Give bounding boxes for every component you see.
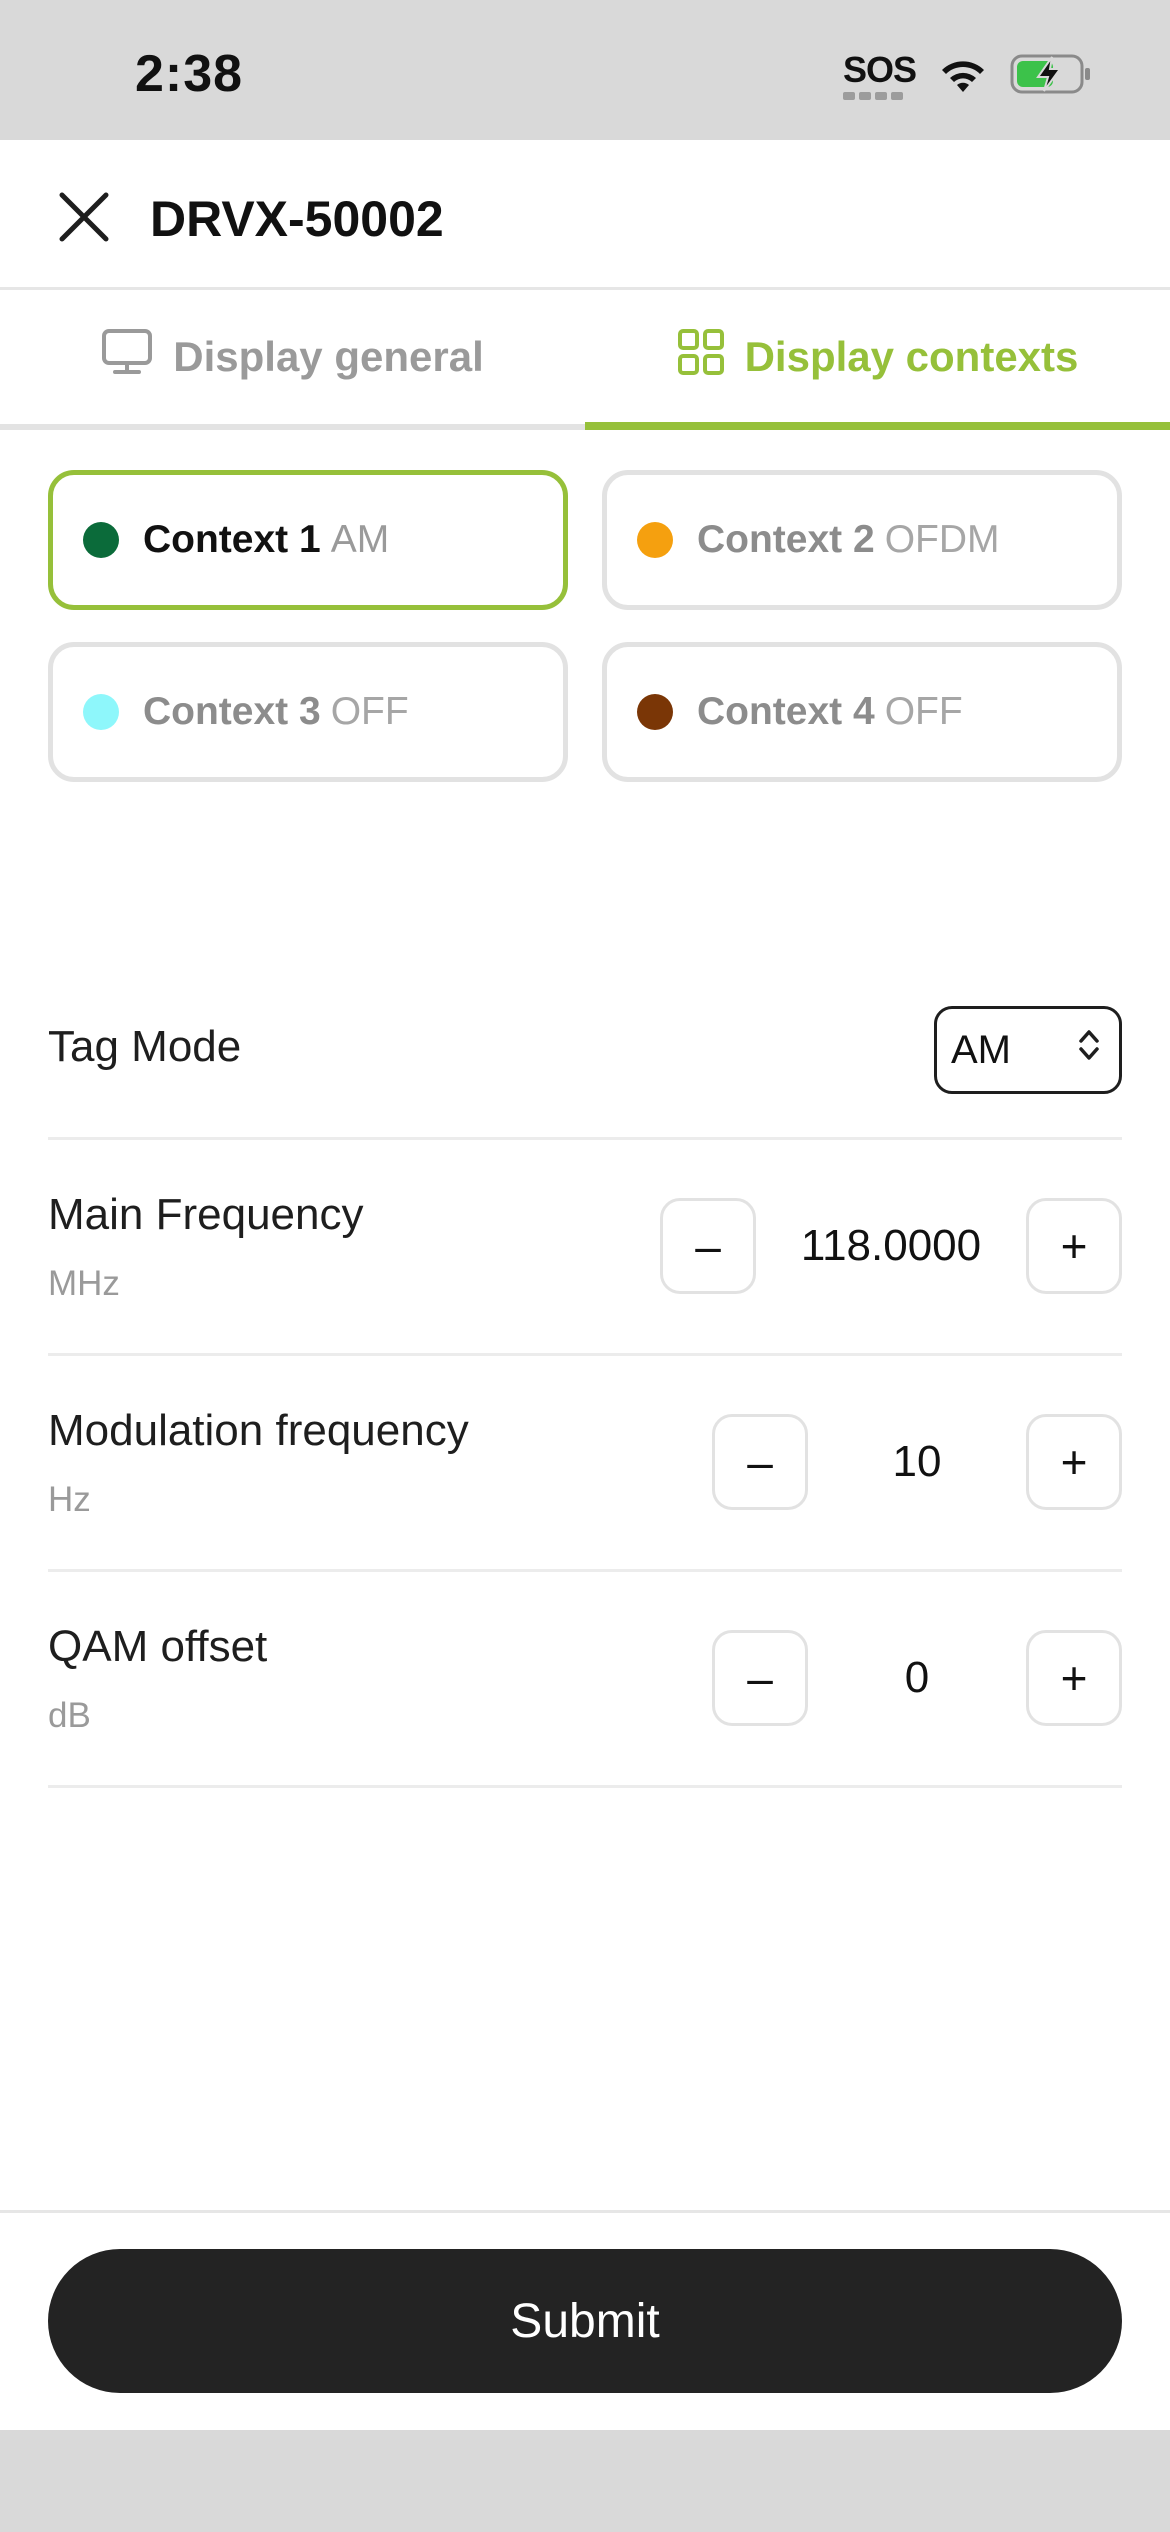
context-mode: OFDM [884, 518, 1000, 561]
context-card-3[interactable]: Context 3 OFF [48, 642, 568, 782]
context-card-2[interactable]: Context 2 OFDM [602, 470, 1122, 610]
close-button[interactable] [50, 185, 118, 253]
sos-label: SOS [842, 49, 917, 90]
context-name: Context 2 [697, 518, 875, 561]
modulation-frequency-stepper: – 10 + [712, 1414, 1122, 1510]
modulation-frequency-value[interactable]: 10 [808, 1437, 1026, 1487]
grid-icon [677, 328, 725, 386]
tab-label: Display contexts [744, 333, 1079, 380]
wifi-icon [938, 54, 988, 99]
context-card-1[interactable]: Context 1 AM [48, 470, 568, 610]
decrement-button[interactable]: – [660, 1198, 756, 1294]
tag-mode-select[interactable]: AM [934, 1006, 1122, 1094]
status-time: 2:38 [135, 45, 244, 103]
main-frequency-stepper: – 118.0000 + [660, 1198, 1122, 1294]
tab-label: Display general [173, 333, 484, 380]
qam-offset-unit: dB [48, 1696, 91, 1735]
footer: Submit [0, 2210, 1170, 2430]
status-icons: SOS [842, 49, 1092, 100]
tab-bar: Display general Display contexts [0, 290, 1170, 430]
qam-offset-value[interactable]: 0 [808, 1653, 1026, 1703]
header: DRVX-50002 [0, 140, 1170, 290]
context-color-dot [83, 694, 119, 730]
monitor-icon [101, 328, 153, 386]
chevron-up-down-icon [1077, 1027, 1101, 1073]
screen: DRVX-50002 Display general Display conte… [0, 140, 1170, 2430]
context-mode: OFF [330, 690, 409, 733]
context-name: Context 4 [697, 690, 875, 733]
context-color-dot [637, 522, 673, 558]
modulation-frequency-row: Modulation frequency Hz – 10 + [48, 1356, 1122, 1572]
sos-indicator: SOS [842, 49, 917, 100]
context-mode: OFF [884, 690, 963, 733]
status-bar: 2:38 SOS [0, 0, 1170, 140]
context-name: Context 3 [143, 690, 321, 733]
context-name: Context 1 [143, 518, 321, 561]
tag-mode-row: Tag Mode AM [48, 960, 1122, 1140]
qam-offset-row: QAM offset dB – 0 + [48, 1572, 1122, 1788]
context-color-dot [637, 694, 673, 730]
increment-button[interactable]: + [1026, 1630, 1122, 1726]
context-mode: AM [330, 518, 390, 561]
qam-offset-label: QAM offset [48, 1622, 268, 1671]
tag-mode-label: Tag Mode [48, 1022, 242, 1071]
main-frequency-label: Main Frequency [48, 1190, 364, 1239]
close-icon [56, 189, 112, 250]
submit-button[interactable]: Submit [48, 2249, 1122, 2393]
settings-list: Tag Mode AM Main Frequency MHz – 118.000… [48, 960, 1122, 1788]
modulation-frequency-label: Modulation frequency [48, 1406, 469, 1455]
context-card-4[interactable]: Context 4 OFF [602, 642, 1122, 782]
main-frequency-value[interactable]: 118.0000 [756, 1221, 1026, 1271]
main-frequency-unit: MHz [48, 1264, 120, 1303]
decrement-button[interactable]: – [712, 1414, 808, 1510]
context-color-dot [83, 522, 119, 558]
tab-display-general[interactable]: Display general [0, 290, 585, 424]
tag-mode-value: AM [951, 1027, 1011, 1072]
increment-button[interactable]: + [1026, 1198, 1122, 1294]
qam-offset-stepper: – 0 + [712, 1630, 1122, 1726]
increment-button[interactable]: + [1026, 1414, 1122, 1510]
modulation-frequency-unit: Hz [48, 1480, 91, 1519]
decrement-button[interactable]: – [712, 1630, 808, 1726]
battery-charging-icon [1010, 53, 1092, 100]
page-title: DRVX-50002 [150, 191, 444, 247]
context-selector: Context 1 AM Context 2 OFDM Context 3 OFF C… [48, 470, 1122, 782]
tab-display-contexts[interactable]: Display contexts [585, 290, 1170, 430]
main-frequency-row: Main Frequency MHz – 118.0000 + [48, 1140, 1122, 1356]
